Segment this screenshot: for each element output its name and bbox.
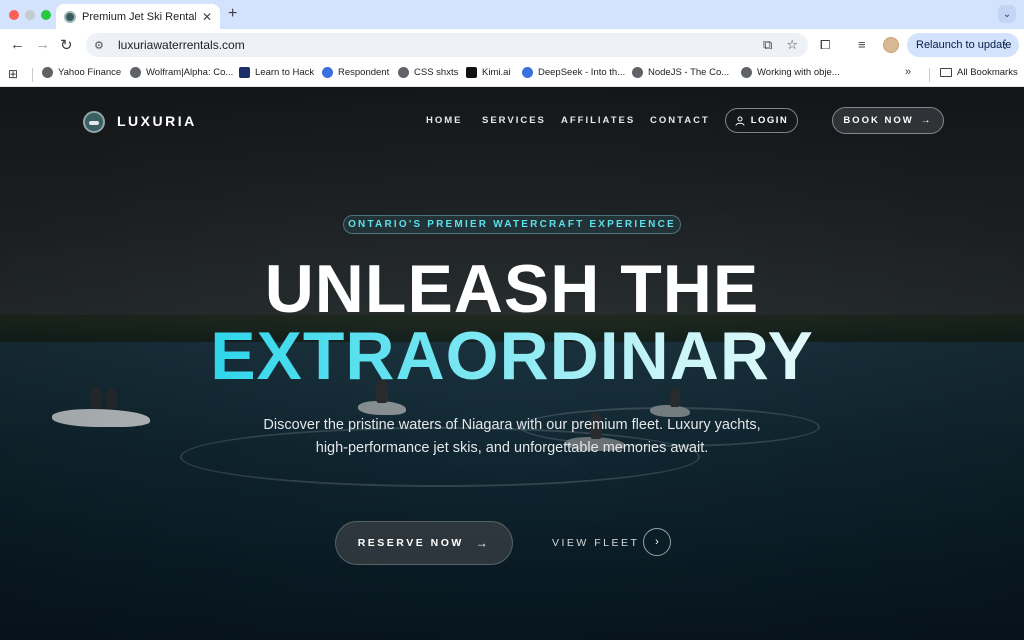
maximize-window-button[interactable] xyxy=(41,10,51,20)
bookmark-item[interactable]: Yahoo Finance xyxy=(42,67,121,78)
globe-icon xyxy=(632,67,643,78)
hero-title-line1: UNLEASH THE xyxy=(264,251,760,327)
bookmark-label: CSS shxts xyxy=(414,67,459,78)
profile-avatar[interactable] xyxy=(883,37,899,53)
nav-home[interactable]: HOME xyxy=(426,115,463,126)
relaunch-button[interactable]: Relaunch to update ⋮ xyxy=(907,33,1019,57)
tab-search-chevron-icon[interactable]: ⌄ xyxy=(998,5,1016,23)
all-bookmarks-label: All Bookmarks xyxy=(957,67,1018,78)
menu-dots-icon[interactable]: ⋮ xyxy=(999,37,1011,51)
bookmark-item[interactable]: CSS shxts xyxy=(398,67,458,78)
nav-contact[interactable]: CONTACT xyxy=(650,115,710,126)
bookmark-item[interactable]: Respondent xyxy=(322,67,389,78)
apps-grid-icon[interactable]: ⊞ xyxy=(8,67,18,81)
divider xyxy=(929,68,930,82)
bookmark-label: Wolfram|Alpha: Co... xyxy=(146,67,234,78)
address-bar[interactable]: ⚙ luxuriawaterrentals.com ⧉ ☆ xyxy=(86,33,808,57)
globe-icon xyxy=(398,67,409,78)
luxuria-logo-icon[interactable] xyxy=(83,111,105,133)
bookmark-item[interactable]: Working with obje... xyxy=(741,67,840,78)
site-favicon-icon xyxy=(64,10,76,23)
bookmark-label: Kimi.ai xyxy=(482,67,511,78)
bookmark-label: Learn to Hack xyxy=(255,67,315,78)
hack-icon xyxy=(239,67,250,78)
back-arrow-icon[interactable]: ← xyxy=(10,36,25,53)
reserve-now-button[interactable]: RESERVE NOW → xyxy=(335,521,513,565)
bookmark-item[interactable]: Learn to Hack xyxy=(239,67,314,78)
page-viewport: LUXURIA HOME SERVICES AFFILIATES CONTACT… xyxy=(0,87,1024,640)
deepseek-icon xyxy=(522,67,533,78)
view-fleet-link[interactable]: VIEW FLEET xyxy=(552,537,639,549)
login-label: LOGIN xyxy=(750,115,789,126)
nav-services[interactable]: SERVICES xyxy=(482,115,546,126)
respondent-icon xyxy=(322,67,333,78)
login-button[interactable]: LOGIN xyxy=(725,108,798,133)
hero-subtitle: Discover the pristine waters of Niagara … xyxy=(263,417,761,456)
divider xyxy=(32,68,33,82)
hero-title-line2: EXTRAORDINARY xyxy=(0,318,1024,394)
browser-tabstrip: Premium Jet Ski Rentals Niag ✕ + ⌄ xyxy=(0,0,1024,29)
more-bookmarks-icon[interactable]: » xyxy=(905,66,911,78)
kimi-icon xyxy=(466,67,477,78)
bookmark-item[interactable]: NodeJS - The Co... xyxy=(632,67,729,78)
close-window-button[interactable] xyxy=(9,10,19,20)
all-bookmarks-button[interactable]: All Bookmarks xyxy=(940,67,1018,78)
globe-icon xyxy=(741,67,752,78)
globe-icon xyxy=(42,67,53,78)
relaunch-label: Relaunch to update xyxy=(916,39,1012,51)
globe-icon xyxy=(130,67,141,78)
folder-icon xyxy=(940,68,952,77)
bookmarks-bar: ⊞ Yahoo Finance Wolfram|Alpha: Co... Lea… xyxy=(0,61,1024,87)
reserve-now-label: RESERVE NOW xyxy=(357,537,464,549)
user-icon xyxy=(735,116,745,126)
minimize-window-button[interactable] xyxy=(25,10,35,20)
hero-eyebrow-badge: ONTARIO'S PREMIER WATERCRAFT EXPERIENCE xyxy=(343,215,681,234)
reload-icon[interactable]: ↻ xyxy=(60,36,73,54)
brand-name[interactable]: LUXURIA xyxy=(117,113,197,129)
bookmark-item[interactable]: Wolfram|Alpha: Co... xyxy=(130,67,233,78)
bookmark-item[interactable]: DeepSeek - Into th... xyxy=(522,67,625,78)
bookmark-item[interactable]: Kimi.ai xyxy=(466,67,511,78)
bookmark-label: NodeJS - The Co... xyxy=(648,67,730,78)
active-tab[interactable]: Premium Jet Ski Rentals Niag ✕ xyxy=(56,4,220,29)
bookmark-label: Yahoo Finance xyxy=(58,67,122,78)
bookmark-label: DeepSeek - Into th... xyxy=(538,67,626,78)
site-info-icon[interactable]: ⚙ xyxy=(94,39,110,52)
browser-toolbar: ← → ↻ ⚙ luxuriawaterrentals.com ⧉ ☆ ⧠ ≡ xyxy=(0,29,1024,61)
new-tab-icon[interactable]: + xyxy=(228,5,237,23)
reading-list-icon[interactable]: ≡ xyxy=(858,37,866,52)
tab-close-icon[interactable]: ✕ xyxy=(202,10,212,24)
extensions-puzzle-icon[interactable]: ⧠ xyxy=(820,37,830,53)
bookmark-star-icon[interactable]: ☆ xyxy=(786,37,798,53)
forward-arrow-icon[interactable]: → xyxy=(35,36,50,53)
install-app-icon[interactable]: ⧉ xyxy=(763,37,772,53)
bookmark-label: Respondent xyxy=(338,67,390,78)
book-now-button[interactable]: BOOK NOW → xyxy=(832,107,944,134)
url-text: luxuriawaterrentals.com xyxy=(118,38,245,52)
nav-affiliates[interactable]: AFFILIATES xyxy=(561,115,635,126)
hero-title-accent: EXTRAORDINARY xyxy=(210,318,814,394)
book-now-label: BOOK NOW xyxy=(843,115,914,126)
arrow-right-icon: → xyxy=(475,536,491,550)
tab-title: Premium Jet Ski Rentals Niag xyxy=(82,10,196,23)
arrow-right-icon: → xyxy=(920,115,933,126)
bookmark-label: Working with obje... xyxy=(757,67,840,78)
chevron-right-icon[interactable]: › xyxy=(643,528,671,556)
